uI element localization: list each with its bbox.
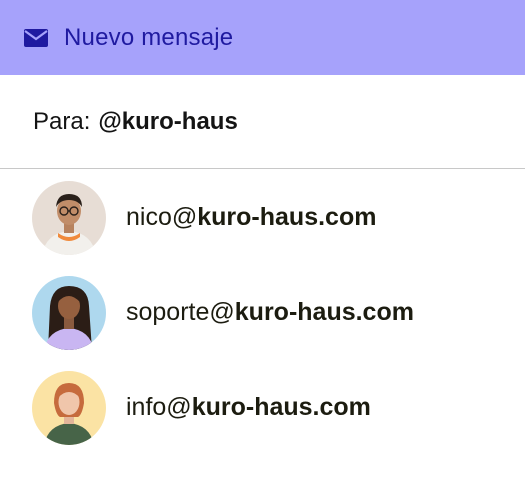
avatar: [32, 180, 106, 255]
suggestion-list: nico@kuro-haus.com soporte@kuro-haus.com: [0, 170, 525, 455]
recipient-input-value[interactable]: @kuro-haus: [98, 108, 237, 136]
avatar: [32, 275, 106, 350]
contact-email: soporte@kuro-haus.com: [126, 298, 414, 326]
recipient-field[interactable]: Para: @kuro-haus: [0, 75, 525, 169]
recipient-label: Para:: [33, 107, 91, 135]
contact-email: nico@kuro-haus.com: [126, 203, 377, 231]
suggestion-item[interactable]: soporte@kuro-haus.com: [0, 265, 525, 360]
compose-header: Nuevo mensaje: [0, 0, 525, 75]
contact-email: info@kuro-haus.com: [126, 393, 371, 421]
suggestion-item[interactable]: nico@kuro-haus.com: [0, 170, 525, 265]
suggestion-item[interactable]: info@kuro-haus.com: [0, 360, 525, 455]
envelope-icon: [24, 28, 50, 48]
avatar: [32, 370, 106, 445]
compose-title: Nuevo mensaje: [64, 23, 234, 51]
